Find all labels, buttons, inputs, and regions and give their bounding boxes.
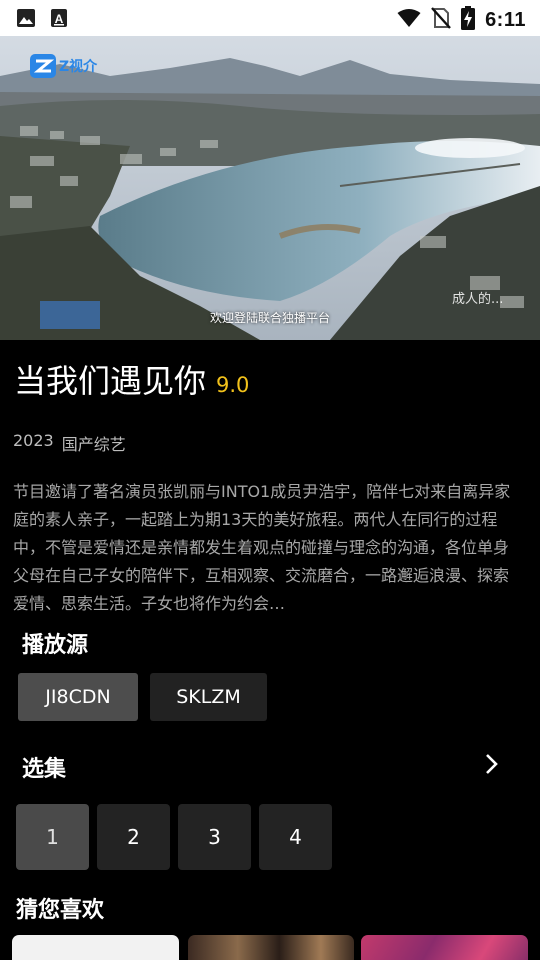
show-description[interactable]: 节目邀请了著名演员张凯丽与INTO1成员尹浩宇，陪伴七对来自离异家庭的素人亲子，…: [13, 478, 523, 618]
brand-logo: Z视介: [30, 54, 97, 78]
source-heading: 播放源: [22, 633, 89, 658]
show-category: 国产综艺: [61, 435, 126, 454]
video-watermark: 成人的...: [452, 292, 504, 307]
show-title: 当我们遇见你: [14, 362, 207, 400]
text-document-icon: A: [50, 8, 68, 32]
episode-button-3[interactable]: 3: [178, 804, 251, 870]
episodes-heading: 选集: [22, 757, 67, 782]
svg-text:A: A: [55, 12, 64, 26]
wifi-icon: [397, 8, 421, 32]
status-left-icons: A: [16, 8, 68, 32]
video-player[interactable]: Z视介 欢迎登陆联合独播平台 成人的...: [0, 36, 540, 340]
show-rating: 9.0: [216, 373, 250, 397]
no-sim-icon: [431, 7, 451, 33]
image-icon: [16, 8, 36, 32]
brand-name: Z视介: [59, 59, 98, 75]
recommendation-card[interactable]: [188, 935, 354, 960]
episode-button-4[interactable]: 4: [259, 804, 332, 870]
status-right-icons: 6:11: [397, 6, 526, 34]
recommendation-card[interactable]: [12, 935, 179, 960]
chevron-right-icon[interactable]: [482, 752, 502, 780]
recommendation-card[interactable]: [361, 935, 528, 960]
source-button-ji8cdn[interactable]: JI8CDN: [18, 673, 138, 721]
show-meta: 2023 国产综艺: [13, 431, 126, 455]
z-logo-icon: [30, 54, 56, 78]
episode-button-1[interactable]: 1: [16, 804, 89, 870]
show-title-row: 当我们遇见你 9.0: [14, 356, 249, 402]
status-time: 6:11: [485, 8, 526, 31]
battery-charging-icon: [461, 6, 476, 34]
show-year: 2023: [13, 431, 54, 450]
recommendations-heading: 猜您喜欢: [16, 898, 105, 923]
video-subtitle: 欢迎登陆联合独播平台: [209, 311, 330, 325]
source-button-sklzm[interactable]: SKLZM: [150, 673, 267, 721]
status-bar: A 6:11: [0, 0, 540, 36]
episode-button-2[interactable]: 2: [97, 804, 170, 870]
